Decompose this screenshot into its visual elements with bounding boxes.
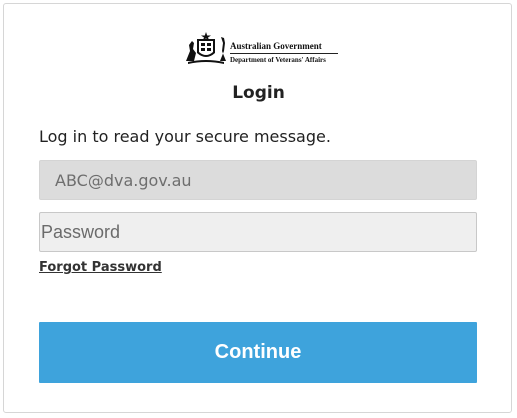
- coat-of-arms-icon: [186, 32, 226, 64]
- government-logo: Australian Government Department of Vete…: [184, 31, 344, 69]
- login-card: Australian Government Department of Vete…: [3, 3, 512, 413]
- logo-line-2: Department of Veterans' Affairs: [230, 56, 326, 64]
- email-field[interactable]: [39, 160, 477, 200]
- logo-divider: [230, 53, 338, 54]
- intro-text: Log in to read your secure message.: [39, 127, 331, 146]
- page-title: Login: [232, 83, 285, 103]
- logo-text: Australian Government Department of Vete…: [230, 41, 342, 65]
- password-field[interactable]: [39, 212, 477, 252]
- continue-button[interactable]: Continue: [39, 322, 477, 383]
- logo-line-1: Australian Government: [230, 41, 322, 51]
- forgot-password-link[interactable]: Forgot Password: [39, 260, 162, 275]
